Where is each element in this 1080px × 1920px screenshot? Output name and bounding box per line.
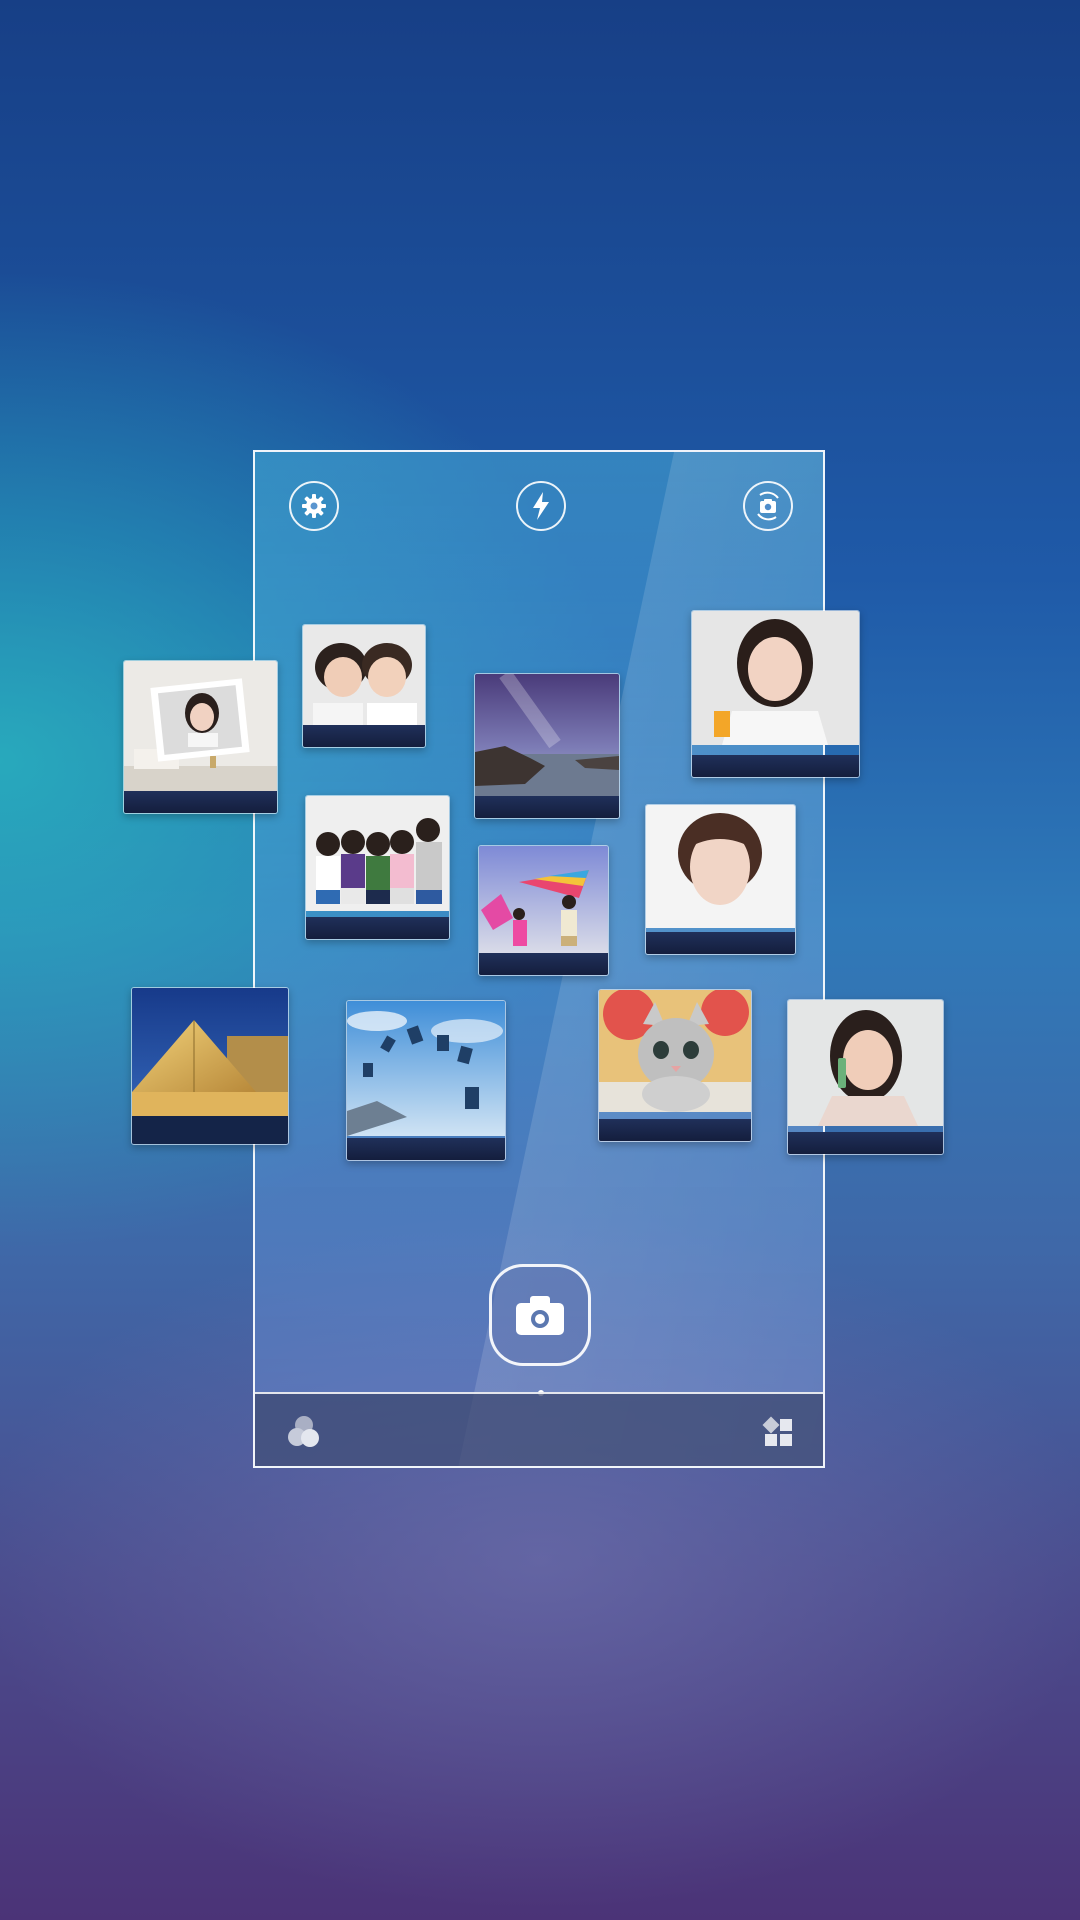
- thumbnail-caption: [479, 953, 608, 975]
- night-sky-coast-image: [475, 674, 619, 796]
- filters-button[interactable]: [285, 1414, 323, 1455]
- bottom-toolbar: [255, 1392, 823, 1466]
- filter-circles-icon: [288, 1416, 319, 1447]
- grid-modes-icon: [762, 1416, 792, 1446]
- woman-smiling-juice-image: [692, 611, 859, 745]
- girl-phone-thumbnail[interactable]: [787, 999, 944, 1155]
- skiers-jumping-thumbnail[interactable]: [346, 1000, 506, 1161]
- flash-icon: [533, 492, 549, 520]
- louvre-pyramid-thumbnail[interactable]: [131, 987, 289, 1145]
- thumbnail-caption: [692, 755, 859, 777]
- thumbnail-caption: [124, 791, 277, 813]
- kite-kids-image: [479, 846, 608, 953]
- night-sky-coast-thumbnail[interactable]: [474, 673, 620, 819]
- thumbnail-caption: [347, 1138, 505, 1160]
- children-group-image: [306, 796, 449, 911]
- switch-camera-button[interactable]: [743, 481, 793, 531]
- woman-portrait-image: [646, 805, 795, 928]
- thumbnail-caption: [646, 932, 795, 954]
- gear-icon: [302, 494, 326, 518]
- camera-switch-icon: [757, 491, 779, 521]
- girl-phone-image: [788, 1000, 943, 1126]
- kite-kids-thumbnail[interactable]: [478, 845, 609, 976]
- camera-icon: [516, 1296, 564, 1335]
- shutter-button[interactable]: [489, 1264, 591, 1366]
- modes-button[interactable]: [762, 1416, 794, 1453]
- children-group-thumbnail[interactable]: [305, 795, 450, 940]
- kitten-image: [599, 990, 751, 1112]
- thumbnail-caption: [306, 917, 449, 939]
- thumbnail-caption: [788, 1132, 943, 1154]
- flash-button[interactable]: [516, 481, 566, 531]
- thumbnail-caption: [599, 1119, 751, 1141]
- louvre-pyramid-image: [132, 988, 288, 1144]
- thumbnail-caption: [303, 725, 425, 747]
- two-kids-image: [303, 625, 425, 725]
- woman-photo-frame-thumbnail[interactable]: [123, 660, 278, 814]
- thumbnail-caption: [475, 796, 619, 818]
- settings-button[interactable]: [289, 481, 339, 531]
- woman-smiling-juice-thumbnail[interactable]: [691, 610, 860, 778]
- woman-photo-frame-image: [124, 661, 277, 791]
- kitten-thumbnail[interactable]: [598, 989, 752, 1142]
- two-kids-thumbnail[interactable]: [302, 624, 426, 748]
- woman-portrait-thumbnail[interactable]: [645, 804, 796, 955]
- skiers-jumping-image: [347, 1001, 505, 1136]
